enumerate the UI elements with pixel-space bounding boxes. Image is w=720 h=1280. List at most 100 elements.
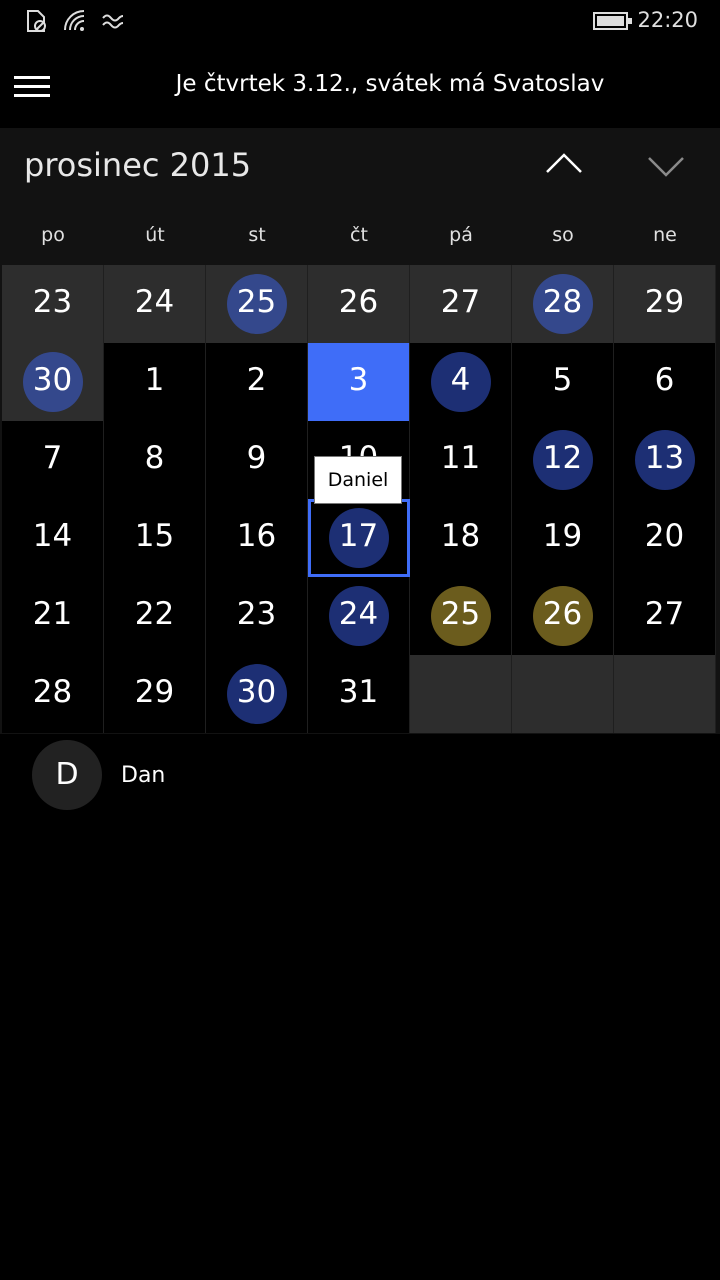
day-number: 20 bbox=[644, 518, 685, 554]
empty-cell bbox=[410, 655, 512, 733]
day-cell[interactable]: 3 bbox=[308, 343, 410, 421]
day-number: 27 bbox=[644, 596, 685, 632]
day-cell[interactable]: 23 bbox=[206, 577, 308, 655]
weekday-label: so bbox=[552, 224, 574, 246]
day-cell[interactable]: 30 bbox=[2, 343, 104, 421]
day-number: 16 bbox=[236, 518, 277, 554]
day-cell[interactable]: 15 bbox=[104, 499, 206, 577]
day-cell[interactable]: 8 bbox=[104, 421, 206, 499]
chevron-up-icon bbox=[546, 153, 582, 173]
day-number: 1 bbox=[144, 362, 165, 398]
avatar: D bbox=[32, 740, 102, 810]
day-number: 14 bbox=[32, 518, 73, 554]
day-cell[interactable]: 23 bbox=[2, 265, 104, 343]
day-cell[interactable]: 17 bbox=[308, 499, 410, 577]
battery-saver-icon bbox=[24, 8, 50, 38]
header-title: Je čtvrtek 3.12., svátek má Svatoslav bbox=[175, 71, 605, 97]
hamburger-menu-icon[interactable] bbox=[14, 76, 50, 98]
day-number: 6 bbox=[654, 362, 675, 398]
day-number: 4 bbox=[450, 362, 471, 398]
day-number: 22 bbox=[134, 596, 175, 632]
day-number: 17 bbox=[338, 518, 379, 554]
day-cell[interactable]: 11 bbox=[410, 421, 512, 499]
day-cell[interactable]: 31 bbox=[308, 655, 410, 733]
day-cell[interactable]: 12 bbox=[512, 421, 614, 499]
wifi-icon bbox=[62, 8, 90, 38]
day-cell[interactable]: 30 bbox=[206, 655, 308, 733]
day-number: 24 bbox=[134, 284, 175, 320]
day-number: 31 bbox=[338, 674, 379, 710]
status-bar: 22:20 bbox=[0, 0, 720, 44]
day-cell[interactable]: 27 bbox=[410, 265, 512, 343]
day-number: 28 bbox=[32, 674, 73, 710]
day-cell[interactable]: 13 bbox=[614, 421, 716, 499]
next-month-button[interactable] bbox=[636, 142, 696, 186]
day-number: 24 bbox=[338, 596, 379, 632]
month-calendar: prosinec 2015 po út st čt pá so ne 23 24 25 26 27 2… bbox=[0, 128, 720, 734]
day-cell[interactable]: 22 bbox=[104, 577, 206, 655]
day-cell[interactable]: 24 bbox=[308, 577, 410, 655]
weekday-label: st bbox=[248, 224, 266, 246]
previous-month-button[interactable] bbox=[534, 142, 594, 186]
empty-cell bbox=[512, 655, 614, 733]
vibrate-icon bbox=[100, 8, 126, 38]
weekday-label: čt bbox=[350, 224, 368, 246]
day-cell[interactable]: 28 bbox=[512, 265, 614, 343]
day-number: 9 bbox=[246, 440, 267, 476]
day-cell[interactable]: 25 bbox=[410, 577, 512, 655]
day-number: 29 bbox=[644, 284, 685, 320]
day-number: 29 bbox=[134, 674, 175, 710]
day-number: 30 bbox=[236, 674, 277, 710]
agenda-item[interactable]: D Dan bbox=[32, 740, 432, 810]
day-cell[interactable]: 1 bbox=[104, 343, 206, 421]
agenda-item-name: Dan bbox=[121, 763, 166, 788]
month-label: prosinec 2015 bbox=[24, 146, 252, 184]
day-number: 30 bbox=[32, 362, 73, 398]
day-number: 23 bbox=[236, 596, 277, 632]
day-cell[interactable]: 29 bbox=[614, 265, 716, 343]
day-cell[interactable]: 20 bbox=[614, 499, 716, 577]
weekday-label: ne bbox=[653, 224, 677, 246]
day-number: 8 bbox=[144, 440, 165, 476]
day-cell[interactable]: 5 bbox=[512, 343, 614, 421]
day-number: 5 bbox=[552, 362, 573, 398]
day-number: 15 bbox=[134, 518, 175, 554]
day-cell[interactable]: 21 bbox=[2, 577, 104, 655]
day-number: 11 bbox=[440, 440, 481, 476]
day-cell[interactable]: 28 bbox=[2, 655, 104, 733]
day-number: 19 bbox=[542, 518, 583, 554]
day-number: 25 bbox=[236, 284, 277, 320]
day-cell[interactable]: 2 bbox=[206, 343, 308, 421]
day-cell[interactable]: 14 bbox=[2, 499, 104, 577]
day-number: 2 bbox=[246, 362, 267, 398]
name-day-tooltip: Daniel bbox=[314, 456, 402, 504]
day-cell[interactable]: 4 bbox=[410, 343, 512, 421]
day-cell[interactable]: 18 bbox=[410, 499, 512, 577]
weekday-label: út bbox=[145, 224, 165, 246]
status-time: 22:20 bbox=[637, 8, 698, 32]
battery-icon bbox=[593, 11, 633, 35]
day-number: 28 bbox=[542, 284, 583, 320]
empty-cell bbox=[614, 655, 716, 733]
day-cell[interactable]: 26 bbox=[308, 265, 410, 343]
day-number: 3 bbox=[348, 362, 369, 398]
day-cell[interactable]: 9 bbox=[206, 421, 308, 499]
day-cell[interactable]: 26 bbox=[512, 577, 614, 655]
day-cell[interactable]: 6 bbox=[614, 343, 716, 421]
day-cell[interactable]: 19 bbox=[512, 499, 614, 577]
day-number: 25 bbox=[440, 596, 481, 632]
day-number: 13 bbox=[644, 440, 685, 476]
day-number: 18 bbox=[440, 518, 481, 554]
day-number: 27 bbox=[440, 284, 481, 320]
day-cell[interactable]: 24 bbox=[104, 265, 206, 343]
day-cell[interactable]: 16 bbox=[206, 499, 308, 577]
day-cell[interactable]: 25 bbox=[206, 265, 308, 343]
day-number: 7 bbox=[42, 440, 63, 476]
day-number: 23 bbox=[32, 284, 73, 320]
day-cell[interactable]: 29 bbox=[104, 655, 206, 733]
day-cell[interactable]: 27 bbox=[614, 577, 716, 655]
day-cell[interactable]: 7 bbox=[2, 421, 104, 499]
chevron-down-icon bbox=[648, 157, 684, 177]
app-header: Je čtvrtek 3.12., svátek má Svatoslav bbox=[0, 52, 720, 120]
day-number: 12 bbox=[542, 440, 583, 476]
